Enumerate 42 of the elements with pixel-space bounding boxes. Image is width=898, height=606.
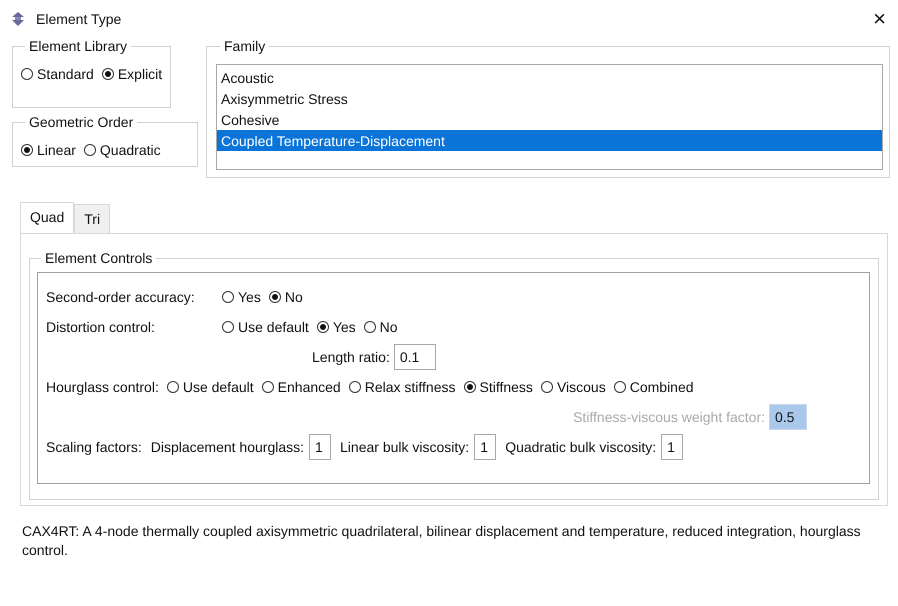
radio-option[interactable]: Stiffness	[464, 379, 533, 395]
tab[interactable]: Tri	[74, 204, 110, 233]
group-title: Family	[223, 38, 266, 54]
radio-option[interactable]: No	[268, 289, 303, 305]
field-label: Linear bulk viscosity:	[340, 439, 470, 455]
radio-option[interactable]: Explicit	[102, 66, 162, 82]
close-button[interactable]: ×	[873, 8, 886, 30]
radio-option[interactable]: Use default	[166, 379, 254, 395]
field-label: Distortion control:	[46, 319, 156, 335]
field-label: Displacement hourglass:	[150, 439, 304, 455]
input-field[interactable]: 1	[661, 434, 684, 460]
group-title: Element Library	[28, 38, 128, 54]
radio-option[interactable]: Enhanced	[262, 379, 341, 395]
input-field[interactable]: 1	[474, 434, 496, 460]
field-label: Second-order accuracy:	[46, 289, 196, 305]
list-item[interactable]: Axisymmetric Stress	[217, 88, 882, 109]
radio-option[interactable]: Yes	[316, 319, 356, 335]
field-label: Stiffness-viscous weight factor:	[573, 409, 765, 425]
list-item[interactable]: Acoustic	[217, 67, 882, 88]
radio-option[interactable]: Combined	[614, 379, 694, 395]
radio-option[interactable]: Viscous	[540, 379, 606, 395]
field-label: Hourglass control:	[46, 379, 159, 395]
radio-option[interactable]: No	[364, 319, 398, 335]
list-item[interactable]: Coupled Temperature-Displacement	[217, 130, 882, 151]
field-label: Length ratio:	[312, 349, 390, 365]
group-title: Geometric Order	[28, 114, 134, 130]
input-field[interactable]: 0.1	[394, 344, 436, 370]
radio-option[interactable]: Use default	[222, 319, 309, 335]
radio-option[interactable]: Linear	[21, 142, 76, 158]
radio-option[interactable]: Quadratic	[84, 142, 161, 158]
list-item[interactable]: Cohesive	[217, 109, 882, 130]
input-field[interactable]: 1	[309, 434, 332, 460]
group-title: Element Controls	[44, 250, 154, 266]
tab[interactable]: Quad	[20, 202, 74, 233]
field-label: Scaling factors:	[46, 439, 142, 455]
radio-option[interactable]: Standard	[21, 66, 94, 82]
window-title: Element Type	[36, 11, 122, 27]
radio-option[interactable]: Relax stiffness	[348, 379, 456, 395]
field-label: Quadratic bulk viscosity:	[505, 439, 656, 455]
element-description: CAX4RT: A 4-node thermally coupled axisymmetric quadrilateral, bilinear displacement and temperature, reduced integration, hourglass control.	[21, 522, 862, 560]
app-icon	[10, 11, 26, 27]
radio-option[interactable]: Yes	[222, 289, 261, 305]
